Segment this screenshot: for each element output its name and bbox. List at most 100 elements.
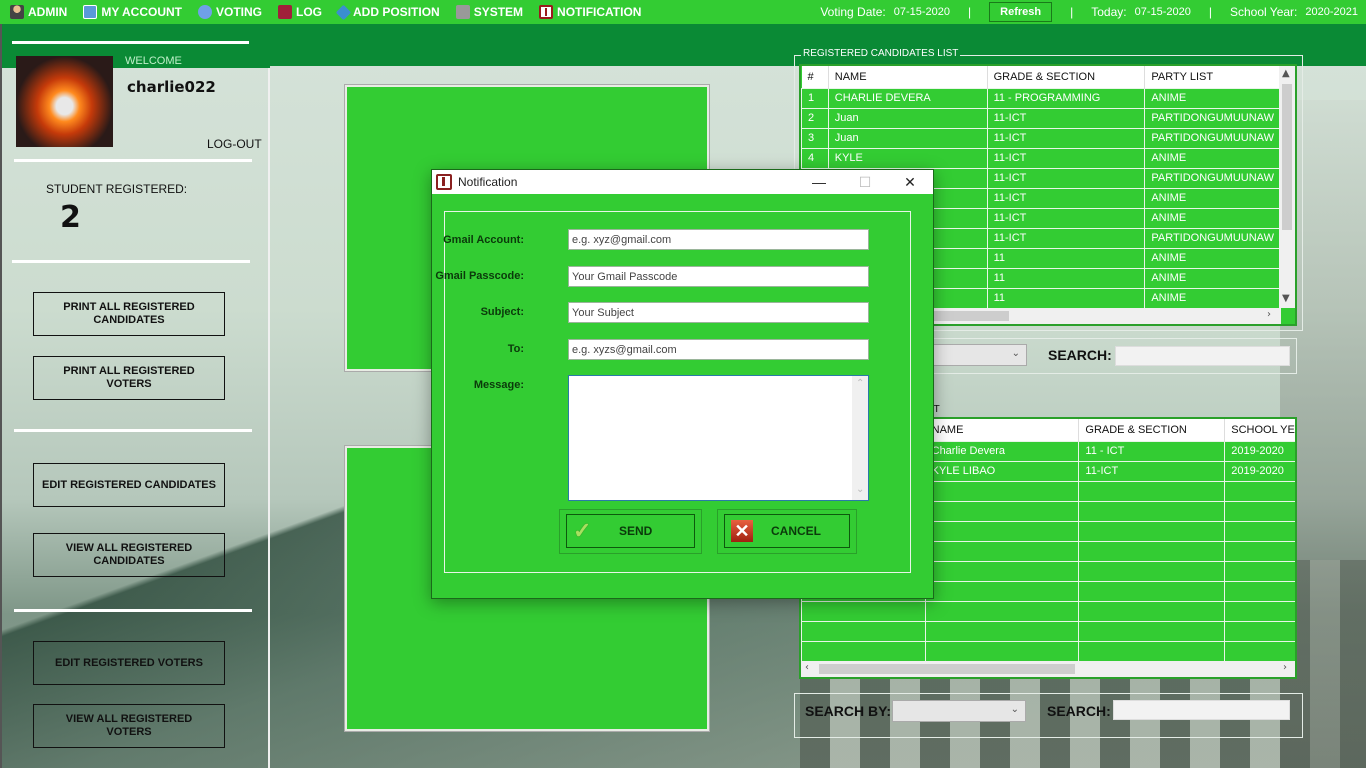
menu-notification[interactable]: NOTIFICATION <box>539 5 641 19</box>
minimize-button[interactable]: — <box>796 170 842 194</box>
candidates-vertical-scrollbar[interactable]: ▲ ▼ <box>1279 66 1295 308</box>
table-row[interactable]: 2 Juan 11-ICT PARTIDONGUMUUNAW <box>801 107 1281 129</box>
menu-admin[interactable]: ADMIN <box>10 5 67 19</box>
divider <box>12 260 250 263</box>
subject-label: Subject: <box>480 306 524 318</box>
scroll-up-icon[interactable]: ▲ <box>1282 68 1290 79</box>
logout-link[interactable]: LOG-OUT <box>207 137 262 151</box>
column-header[interactable]: SCHOOL YEA <box>1224 419 1295 441</box>
candidates-search-input[interactable] <box>1115 346 1290 366</box>
scroll-left-icon[interactable]: ‹ <box>805 662 809 673</box>
separator: | <box>1208 5 1212 19</box>
table-cell: 11-ICT <box>986 147 1146 169</box>
to-input[interactable] <box>568 339 869 360</box>
column-header[interactable]: GRADE & SECTION <box>1078 419 1226 441</box>
student-registered-label: STUDENT REGISTERED: <box>46 182 188 196</box>
system-icon <box>455 5 470 19</box>
cancel-button[interactable]: ✕ CANCEL <box>724 514 850 548</box>
column-header[interactable]: PARTY LIST <box>1144 66 1281 88</box>
edit-voters-button[interactable]: EDIT REGISTERED VOTERS <box>33 641 225 685</box>
table-cell: 11-ICT <box>986 187 1146 209</box>
table-cell <box>924 580 1080 602</box>
menu-log-label: LOG <box>296 5 323 19</box>
column-header[interactable]: NAME <box>828 66 988 88</box>
candidates-header-row: # NAME GRADE & SECTION PARTY LIST <box>801 66 1281 88</box>
table-cell: 2019-2020 <box>1224 440 1295 462</box>
voters-search-by-select[interactable]: ⌄ <box>892 700 1026 722</box>
table-cell <box>1078 620 1226 642</box>
status-area: Voting Date: 07-15-2020 | Refresh | Toda… <box>820 0 1366 24</box>
table-row-empty[interactable] <box>801 640 1295 662</box>
menu-voting[interactable]: VOTING <box>198 5 262 19</box>
table-cell <box>1078 580 1226 602</box>
table-cell: 11-ICT <box>986 107 1146 129</box>
subject-input[interactable] <box>568 302 869 323</box>
dialog-form: Gmail Account: Gmail Passcode: Subject: … <box>435 211 911 573</box>
send-button[interactable]: ✓ SEND <box>566 514 695 548</box>
menu-log[interactable]: LOG <box>278 5 322 19</box>
table-row[interactable]: 4 KYLE 11-ICT ANIME <box>801 147 1281 169</box>
username: charlie022 <box>127 78 216 96</box>
dialog-title: Notification <box>458 175 518 189</box>
table-cell <box>1078 540 1226 562</box>
menu-system[interactable]: SYSTEM <box>455 5 523 19</box>
table-row[interactable]: 1 CHARLIE DEVERA 11 - PROGRAMMING ANIME <box>801 87 1281 109</box>
message-scrollbar[interactable]: ⌃ ⌄ <box>852 376 868 500</box>
menu-add-position[interactable]: ADD POSITION <box>335 4 440 20</box>
refresh-button[interactable]: Refresh <box>989 2 1053 22</box>
scroll-right-icon[interactable]: › <box>1267 309 1271 320</box>
view-voters-button[interactable]: VIEW ALL REGISTERED VOTERS <box>33 704 225 748</box>
column-header[interactable]: # <box>801 66 829 88</box>
scroll-down-icon[interactable]: ⌄ <box>856 484 864 495</box>
table-cell <box>924 620 1080 642</box>
scroll-down-icon[interactable]: ▼ <box>1282 293 1290 304</box>
cancel-button-frame: ✕ CANCEL <box>717 509 857 554</box>
table-row-empty[interactable] <box>801 620 1295 642</box>
menu-my-account[interactable]: MY ACCOUNT <box>83 5 182 19</box>
table-cell: 3 <box>801 127 829 149</box>
dialog-title-bar[interactable]: Notification — ☐ ✕ <box>432 170 933 194</box>
voters-horizontal-scrollbar[interactable]: ‹ › <box>801 661 1295 677</box>
table-row-empty[interactable] <box>801 600 1295 622</box>
student-registered-count: 2 <box>60 200 81 235</box>
voters-search-by-label: SEARCH BY: <box>805 703 892 719</box>
menu-notification-label: NOTIFICATION <box>557 5 642 19</box>
table-row[interactable]: 3 Juan 11-ICT PARTIDONGUMUUNAW <box>801 127 1281 149</box>
scroll-right-icon[interactable]: › <box>1283 662 1287 673</box>
voting-icon <box>198 5 212 19</box>
scrollbar-thumb[interactable] <box>1282 84 1292 230</box>
table-cell: PARTIDONGUMUUNAW <box>1144 167 1281 189</box>
table-cell <box>1078 560 1226 582</box>
message-textarea[interactable]: ⌃ ⌄ <box>568 375 869 501</box>
table-cell <box>924 600 1080 622</box>
top-menu-bar: ADMIN MY ACCOUNT VOTING LOG ADD POSITION… <box>0 0 1366 24</box>
chevron-down-icon: ⌄ <box>1011 348 1020 359</box>
gmail-passcode-label: Gmail Passcode: <box>435 270 524 282</box>
edit-candidates-button[interactable]: EDIT REGISTERED CANDIDATES <box>33 463 225 507</box>
scroll-up-icon[interactable]: ⌃ <box>856 378 864 389</box>
column-header[interactable]: GRADE & SECTION <box>987 66 1146 88</box>
gmail-passcode-input[interactable] <box>568 266 869 287</box>
print-voters-button[interactable]: PRINT ALL REGISTERED VOTERS <box>33 356 225 400</box>
maximize-button[interactable]: ☐ <box>842 170 888 194</box>
close-button[interactable]: ✕ <box>887 170 933 194</box>
table-cell <box>924 520 1080 542</box>
table-cell: ANIME <box>1144 287 1281 309</box>
message-label: Message: <box>473 379 524 391</box>
print-candidates-button[interactable]: PRINT ALL REGISTERED CANDIDATES <box>33 292 225 336</box>
table-cell: 11 - PROGRAMMING <box>986 87 1146 109</box>
scrollbar-thumb[interactable] <box>819 664 1075 674</box>
menu-voting-label: VOTING <box>216 5 263 19</box>
candidates-list-title: REGISTERED CANDIDATES LIST <box>801 48 961 59</box>
today-label: Today: <box>1091 5 1127 19</box>
column-header[interactable]: NAME <box>925 419 1080 441</box>
table-cell <box>1078 640 1226 662</box>
voting-date-label: Voting Date: <box>820 5 886 19</box>
table-cell <box>1224 540 1295 562</box>
menu-admin-label: ADMIN <box>28 5 68 19</box>
voters-search-input[interactable] <box>1113 700 1290 720</box>
view-candidates-button[interactable]: VIEW ALL REGISTERED CANDIDATES <box>33 533 225 577</box>
notification-dialog: Notification — ☐ ✕ Gmail Account: Gmail … <box>431 169 934 599</box>
notification-icon <box>436 174 452 190</box>
gmail-account-input[interactable] <box>568 229 869 250</box>
